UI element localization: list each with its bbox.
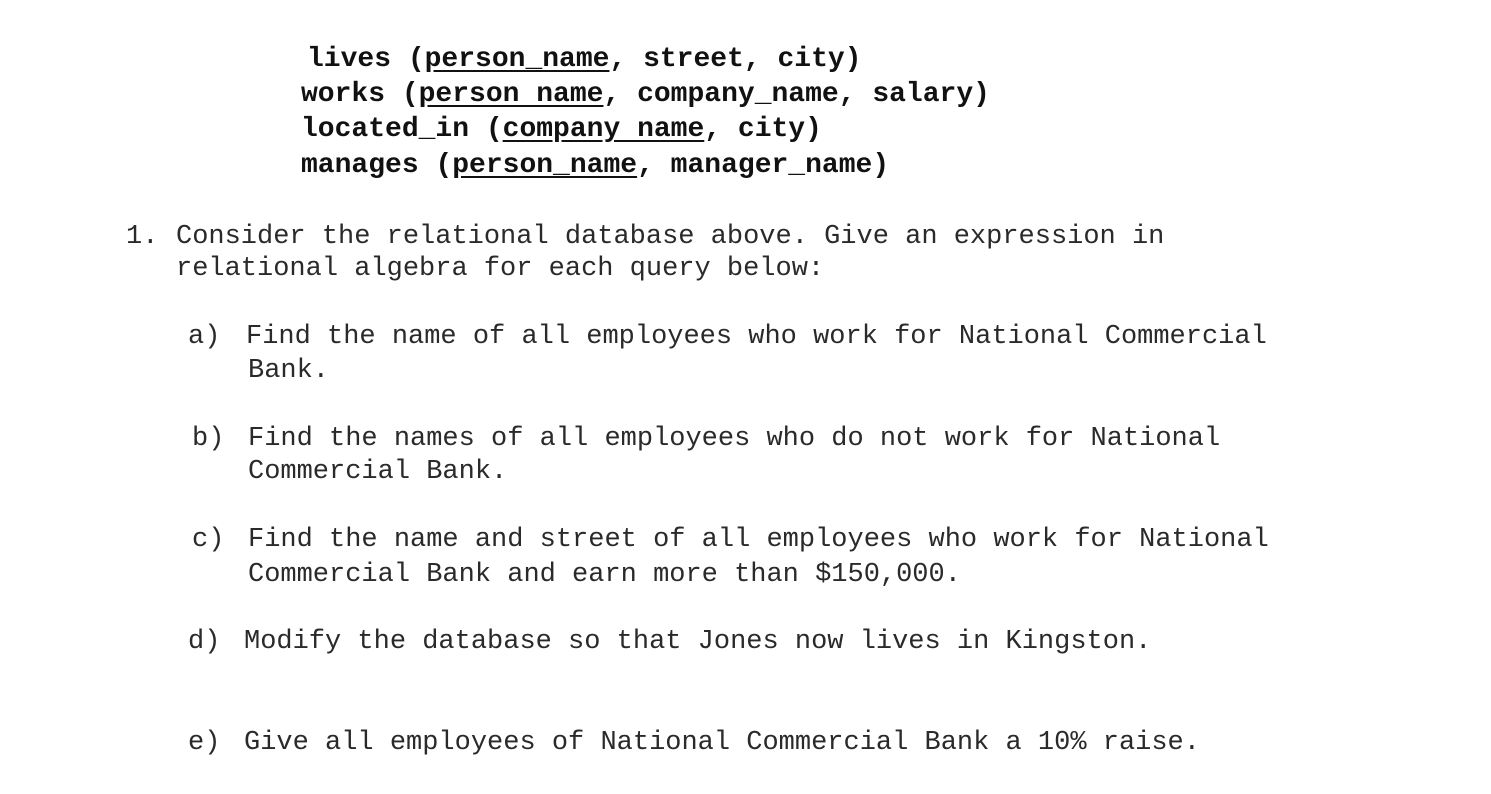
part-b-line-2: Commercial Bank. <box>248 457 508 487</box>
part-d-marker: d) <box>188 627 221 657</box>
part-e-line-1: Give all employees of National Commercia… <box>244 728 1200 758</box>
schema-table-name: works <box>301 79 386 110</box>
schema-primary-key: person name <box>418 79 604 110</box>
part-a-line-1: Find the name of all employees who work … <box>246 322 1267 352</box>
schema-manages: manages (person_name, manager_name) <box>301 150 890 181</box>
schema-table-name: manages <box>301 150 419 181</box>
question-text-line-1: Consider the relational database above. … <box>176 222 1165 252</box>
schema-primary-key: person_name <box>424 44 610 75</box>
part-a-marker: a) <box>188 322 221 352</box>
part-c-marker: c) <box>192 525 225 555</box>
part-c-line-1: Find the name and street of all employee… <box>248 525 1269 555</box>
schema-lives: lives (person_name, street, city) <box>307 44 862 75</box>
schema-works: works (person name, company_name, salary… <box>301 79 990 110</box>
schema-table-name: lives <box>307 44 392 75</box>
schema-table-name: located_in <box>301 114 470 145</box>
part-b-line-1: Find the names of all employees who do n… <box>248 424 1221 454</box>
part-a-line-2: Bank. <box>248 356 330 386</box>
part-d-line-1: Modify the database so that Jones now li… <box>244 627 1152 657</box>
part-e-marker: e) <box>188 728 221 758</box>
part-b-marker: b) <box>192 424 225 454</box>
schema-located-in: located_in (company name, city) <box>301 114 822 145</box>
schema-primary-key: person_name <box>452 150 638 181</box>
part-c-line-2: Commercial Bank and earn more than $150,… <box>248 560 961 590</box>
question-number: 1. <box>126 222 159 252</box>
question-text-line-2: relational algebra for each query below: <box>176 254 825 284</box>
schema-primary-key: company name <box>502 114 705 145</box>
